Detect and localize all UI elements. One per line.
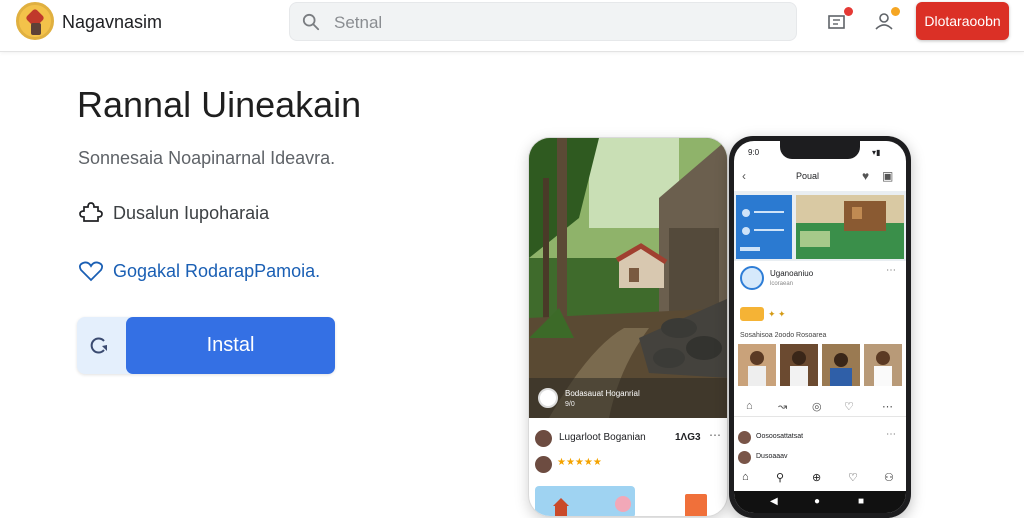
post-row[interactable]: Lugarloot Boganian 1ΛG3 ⋯ — [535, 428, 723, 450]
system-nav-bar: ◀ ● ■ — [734, 491, 906, 513]
thumbnail[interactable] — [738, 344, 776, 386]
home-button-icon[interactable]: ● — [814, 496, 820, 507]
bottom-nav: ⌂ ⚲ ⊕ ♡ ⚇ — [734, 469, 906, 489]
notifications-icon[interactable] — [826, 7, 853, 34]
heart-icon[interactable]: ♥ — [862, 169, 869, 183]
hero-banner — [734, 191, 906, 261]
feature-label-1: Dusalun Iupoharaia — [113, 203, 270, 223]
sparkle-icon[interactable]: ✦ ✦ — [768, 309, 786, 320]
avatar — [738, 431, 751, 444]
more-icon[interactable]: ⋯ — [709, 428, 721, 442]
more-icon[interactable]: ⋯ — [882, 400, 893, 413]
caption-title: Bodasauat Hoganrial — [565, 389, 640, 398]
caption-subtitle: 9/0 — [565, 401, 575, 408]
back-icon[interactable]: ◀ — [770, 496, 778, 507]
search-bar[interactable]: Setnal — [289, 2, 797, 41]
notification-badge — [844, 7, 853, 16]
search-placeholder: Setnal — [334, 13, 383, 32]
post-author: Lugarloot Boganian — [559, 432, 646, 443]
profile-name: Uganoaniuo — [770, 269, 814, 278]
app-name[interactable]: Nagavnasim — [62, 12, 162, 33]
heart-icon — [78, 261, 104, 282]
home-icon[interactable]: ⌂ — [742, 471, 749, 483]
category-chip[interactable] — [740, 307, 764, 321]
profile-subtitle: lcoraean — [770, 281, 794, 287]
add-icon[interactable]: ⊕ — [812, 471, 821, 484]
comment-row[interactable]: Oosoosattatsat ⋯ — [738, 429, 902, 445]
phone-screen: 9:0 ▾▮ ‹ Poual ♥ ▣ Uganoaniuo lcoraean ⋯ — [734, 141, 906, 513]
thumbnail[interactable] — [822, 344, 860, 386]
comment-text: Oosoosattatsat — [756, 433, 804, 440]
preview-card[interactable] — [535, 486, 635, 516]
gallery-icon[interactable]: ▣ — [882, 169, 893, 183]
preview-card-tag[interactable] — [685, 494, 707, 516]
top-header: Nagavnasim Setnal Dlotaraoobn — [0, 0, 1024, 52]
page-subtitle: Sonnesaia Noapinarnal Ideavra. — [78, 148, 336, 168]
status-icons: ▾▮ — [872, 148, 881, 157]
status-time: 9:0 — [748, 148, 760, 157]
install-control: Instal — [77, 317, 335, 374]
more-icon[interactable]: ⋯ — [886, 265, 896, 276]
globe-icon[interactable]: ◎ — [812, 400, 822, 413]
phone-notch — [780, 141, 860, 159]
account-badge — [891, 7, 900, 16]
thumbnail[interactable] — [864, 344, 902, 386]
page-title: Rannal Uineakain — [77, 84, 362, 125]
photo-strip — [738, 344, 902, 386]
avatar — [535, 430, 552, 447]
account-icon[interactable] — [873, 7, 900, 34]
refresh-icon — [90, 337, 107, 354]
star-rating: ★★★★★ — [557, 457, 602, 468]
screen-title: Poual — [796, 171, 820, 181]
profile-icon[interactable]: ⚇ — [884, 471, 894, 484]
search-icon[interactable]: ⚲ — [776, 471, 784, 484]
rating-row: ★★★★★ — [535, 454, 723, 476]
refresh-button[interactable] — [77, 317, 127, 374]
search-icon — [302, 13, 320, 31]
header-action-button[interactable]: Dlotaraoobn — [916, 2, 1009, 40]
feature-label-2: Gogakal RodarapPamoia. — [113, 261, 321, 281]
forest-house-photo — [529, 138, 727, 418]
more-icon[interactable]: ⋯ — [886, 429, 896, 440]
phone-mockup-right: 9:0 ▾▮ ‹ Poual ♥ ▣ Uganoaniuo lcoraean ⋯ — [729, 136, 911, 518]
install-button[interactable]: Instal — [126, 317, 335, 374]
puzzle-icon — [79, 202, 103, 222]
like-icon[interactable]: ♡ — [844, 400, 854, 413]
house-icon — [553, 496, 631, 516]
like-icon[interactable]: ♡ — [848, 471, 858, 484]
back-icon[interactable]: ‹ — [742, 169, 746, 183]
profile-avatar[interactable] — [740, 266, 764, 290]
post-count: 1ΛG3 — [675, 432, 701, 443]
recents-icon[interactable]: ■ — [858, 496, 864, 507]
phone-mockup-left: Bodasauat Hoganrial 9/0 Lugarloot Bogani… — [528, 137, 728, 517]
post-actions: ⌂ ↝ ◎ ♡ ⋯ — [734, 397, 906, 417]
caption-avatar — [538, 388, 558, 408]
comment-text: Dusoaaav — [756, 453, 788, 460]
thumbnail[interactable] — [780, 344, 818, 386]
app-logo[interactable] — [16, 2, 54, 40]
app-bar: ‹ Poual ♥ ▣ — [734, 163, 906, 191]
home-icon[interactable]: ⌂ — [746, 400, 753, 412]
section-label: Sosahisoa 2oodo Rosoarea — [740, 332, 827, 339]
share-icon[interactable]: ↝ — [778, 400, 787, 413]
avatar — [535, 456, 552, 473]
comment-row[interactable]: Dusoaaav — [738, 451, 902, 465]
avatar — [738, 451, 751, 464]
